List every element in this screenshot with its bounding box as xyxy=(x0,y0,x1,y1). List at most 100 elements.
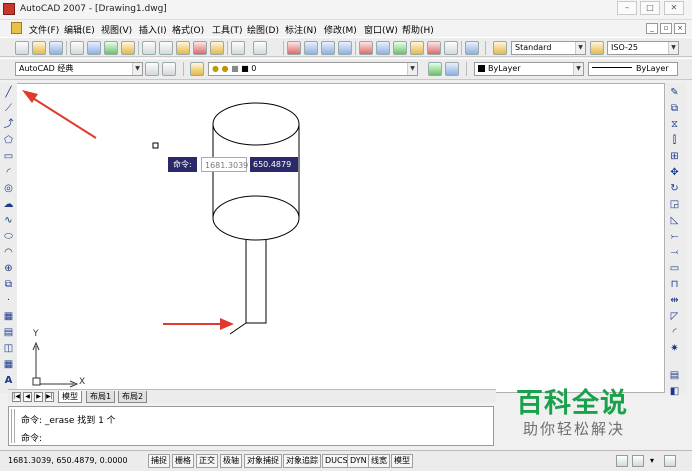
polar-toggle[interactable]: 极轴 xyxy=(220,454,242,468)
break-at-point-icon[interactable]: ▭ xyxy=(668,262,681,275)
workspace-settings-icon[interactable] xyxy=(145,62,159,76)
doc-minimize-button[interactable]: _ xyxy=(646,23,658,34)
ellipse-icon[interactable]: ⬭ xyxy=(2,230,15,243)
command-prompt[interactable]: 命令: xyxy=(21,431,42,444)
lock-toolbar-icon[interactable] xyxy=(632,455,644,467)
tab-layout1[interactable]: 布局1 xyxy=(86,391,116,403)
rectangle-icon[interactable]: ▭ xyxy=(2,150,15,163)
zoom-window-icon[interactable] xyxy=(321,41,335,55)
rotate-icon[interactable]: ↻ xyxy=(668,182,681,195)
layer-previous-icon[interactable] xyxy=(445,62,459,76)
layer-select[interactable]: ● ● ■ ■ 0 ▼ xyxy=(208,62,418,76)
first-tab-button[interactable]: |◀ xyxy=(12,392,21,402)
menu-help[interactable]: 帮助(H) xyxy=(402,23,434,36)
workspace-select[interactable]: AutoCAD 经典 ▼ xyxy=(15,62,143,76)
lineweight-toggle[interactable]: 线宽 xyxy=(368,454,390,468)
ellipse-arc-icon[interactable]: ◠ xyxy=(2,246,15,259)
print-icon[interactable] xyxy=(70,41,84,55)
menu-edit[interactable]: 编辑(E) xyxy=(64,23,95,36)
menu-format[interactable]: 格式(O) xyxy=(172,23,204,36)
redo-icon[interactable] xyxy=(253,41,267,55)
linetype-select[interactable]: ByLayer xyxy=(588,62,678,76)
plot-preview-icon[interactable] xyxy=(87,41,101,55)
new-icon[interactable] xyxy=(15,41,29,55)
block-editor-icon[interactable] xyxy=(210,41,224,55)
menu-dimension[interactable]: 标注(N) xyxy=(285,23,317,36)
coordinate-readout[interactable]: 1681.3039, 650.4879, 0.0000 xyxy=(8,456,128,465)
open-icon[interactable] xyxy=(32,41,46,55)
osnap-toggle[interactable]: 对象捕捉 xyxy=(244,454,282,468)
calculator-icon[interactable] xyxy=(444,41,458,55)
polygon-icon[interactable]: ⬠ xyxy=(2,134,15,147)
region-icon[interactable]: ◫ xyxy=(2,342,15,355)
move-icon[interactable]: ✥ xyxy=(668,166,681,179)
spline-icon[interactable]: ∿ xyxy=(2,214,15,227)
text-style-select[interactable]: Standard ▼ xyxy=(511,41,586,55)
array-icon[interactable]: ⊞ xyxy=(668,150,681,163)
my-workspace-icon[interactable] xyxy=(162,62,176,76)
table-icon[interactable]: ▦ xyxy=(2,358,15,371)
ortho-toggle[interactable]: 正交 xyxy=(196,454,218,468)
pan-icon[interactable] xyxy=(287,41,301,55)
draw-order-icon[interactable]: ◧ xyxy=(668,385,681,398)
circle-icon[interactable]: ◎ xyxy=(2,182,15,195)
cut-icon[interactable] xyxy=(142,41,156,55)
menu-window[interactable]: 窗口(W) xyxy=(364,23,398,36)
cylinder-bottom-ellipse[interactable] xyxy=(212,195,300,241)
properties-panel-icon[interactable]: ▤ xyxy=(668,369,681,382)
copy-object-icon[interactable]: ⧉ xyxy=(668,102,681,115)
gradient-icon[interactable]: ▤ xyxy=(2,326,15,339)
command-window-grip[interactable] xyxy=(11,409,15,443)
hatch-icon[interactable]: ▦ xyxy=(2,310,15,323)
menu-modify[interactable]: 修改(M) xyxy=(324,23,357,36)
communication-center-icon[interactable] xyxy=(616,455,628,467)
menu-view[interactable]: 视图(V) xyxy=(101,23,132,36)
make-block-icon[interactable]: ⧉ xyxy=(2,278,15,291)
match-properties-icon[interactable] xyxy=(193,41,207,55)
copy-icon[interactable] xyxy=(159,41,173,55)
dynamic-input-x[interactable]: 1681.3039 xyxy=(201,157,248,172)
menu-draw[interactable]: 绘图(D) xyxy=(247,23,279,36)
dim-style-icon[interactable] xyxy=(590,41,604,55)
chamfer-icon[interactable]: ◸ xyxy=(668,310,681,323)
properties-icon[interactable] xyxy=(359,41,373,55)
status-menu-chevron-icon[interactable]: ▾ xyxy=(650,456,654,465)
multiline-text-icon[interactable]: A xyxy=(2,374,15,387)
break-icon[interactable]: ⊓ xyxy=(668,278,681,291)
undo-icon[interactable] xyxy=(231,41,245,55)
polyline-icon[interactable]: ⤴ xyxy=(2,118,15,131)
insert-block-icon[interactable]: ⊕ xyxy=(2,262,15,275)
document-icon[interactable] xyxy=(11,22,22,34)
tool-palettes-icon[interactable] xyxy=(393,41,407,55)
snap-toggle[interactable]: 捕捉 xyxy=(148,454,170,468)
save-icon[interactable] xyxy=(49,41,63,55)
stretch-icon[interactable]: ◺ xyxy=(668,214,681,227)
revision-cloud-icon[interactable]: ☁ xyxy=(2,198,15,211)
trim-icon[interactable]: ⤚ xyxy=(668,230,681,243)
publish-icon[interactable] xyxy=(104,41,118,55)
doc-restore-button[interactable]: ▫ xyxy=(660,23,672,34)
help-icon[interactable] xyxy=(465,41,479,55)
paste-icon[interactable] xyxy=(176,41,190,55)
extend-icon[interactable]: ⤙ xyxy=(668,246,681,259)
tab-model[interactable]: 模型 xyxy=(58,391,82,403)
tab-layout2[interactable]: 布局2 xyxy=(118,391,148,403)
previous-tab-button[interactable]: ◀ xyxy=(23,392,32,402)
close-button[interactable]: ✕ xyxy=(664,1,684,15)
construction-line-icon[interactable]: ⟋ xyxy=(2,102,15,115)
cylinder-top-ellipse[interactable] xyxy=(212,102,300,146)
markup-icon[interactable] xyxy=(427,41,441,55)
shaft-rectangle[interactable] xyxy=(245,240,267,324)
menu-tools[interactable]: 工具(T) xyxy=(212,23,243,36)
otrack-toggle[interactable]: 对象追踪 xyxy=(283,454,321,468)
mirror-icon[interactable]: ⧖ xyxy=(668,118,681,131)
menu-insert[interactable]: 插入(I) xyxy=(139,23,167,36)
color-select[interactable]: ByLayer ▼ xyxy=(474,62,584,76)
offset-icon[interactable]: ⫿ xyxy=(668,134,681,147)
explode-icon[interactable]: ✷ xyxy=(668,342,681,355)
erase-icon[interactable]: ✎ xyxy=(668,86,681,99)
zoom-previous-icon[interactable] xyxy=(338,41,352,55)
arc-icon[interactable]: ◜ xyxy=(2,166,15,179)
minimize-button[interactable]: – xyxy=(617,1,637,15)
clean-screen-icon[interactable] xyxy=(664,455,676,467)
